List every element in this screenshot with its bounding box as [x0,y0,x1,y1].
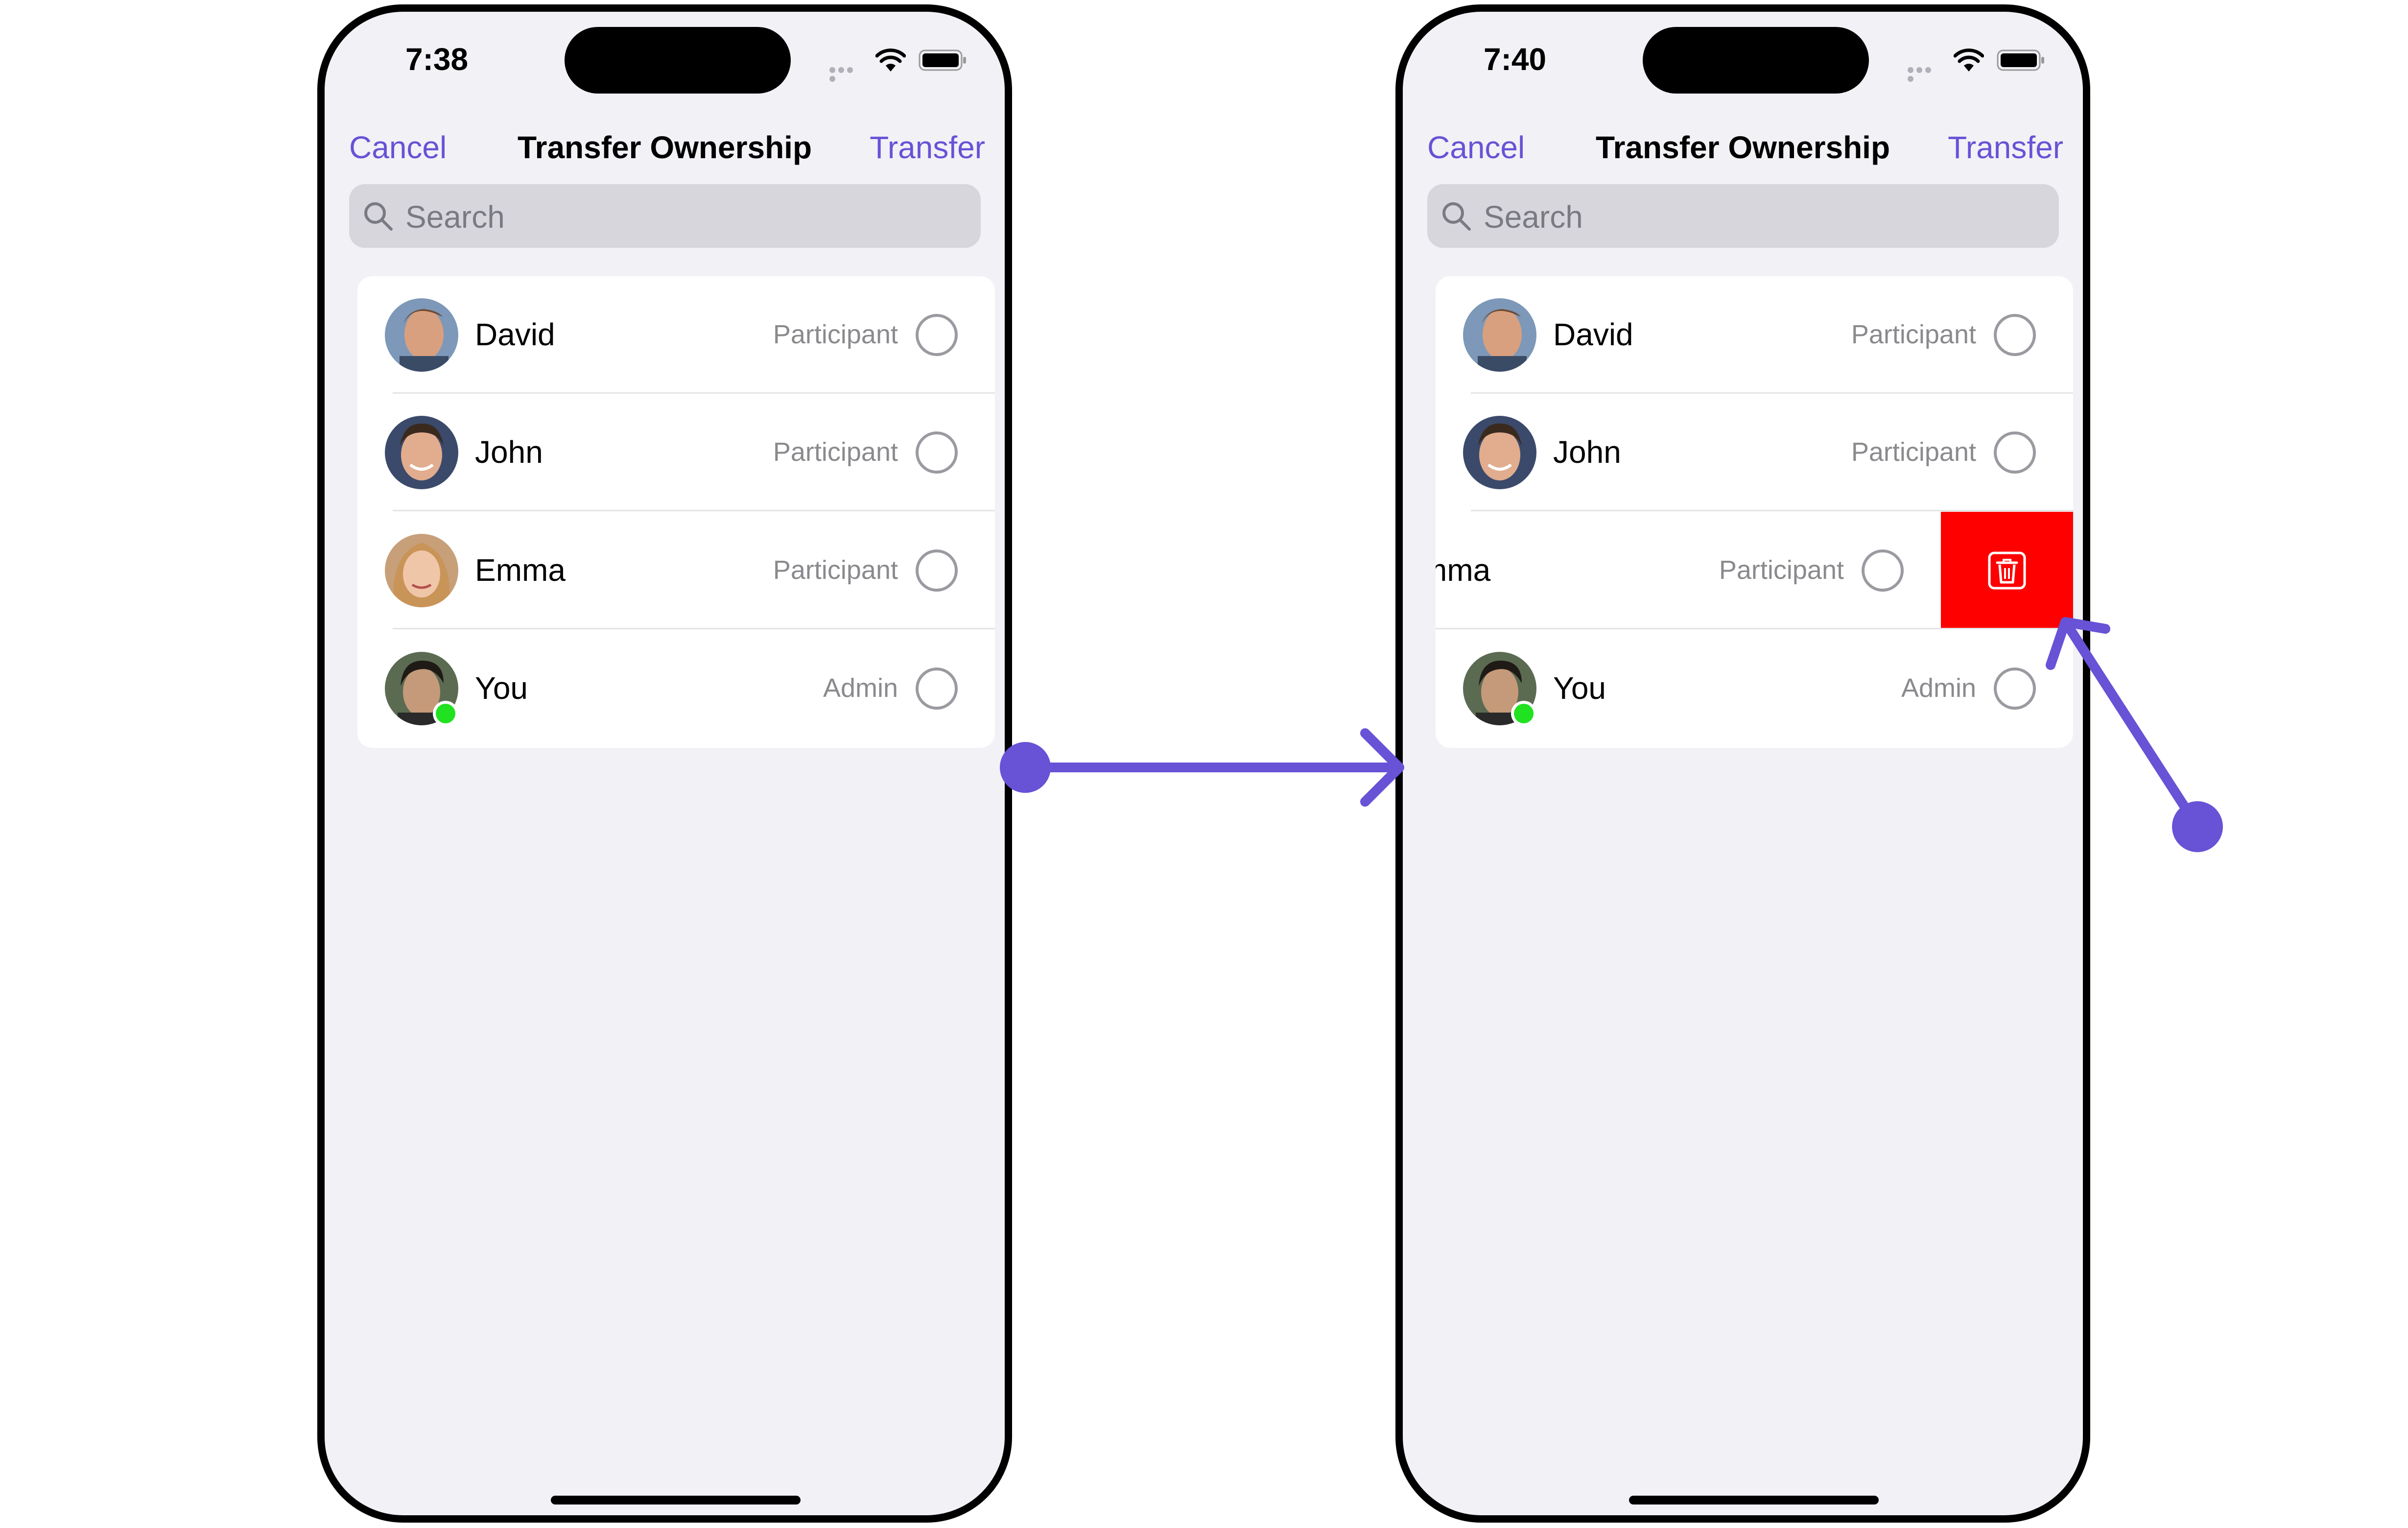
avatar [1463,298,1536,372]
member-name: mma [1436,552,1491,588]
member-name: David [475,317,555,352]
member-role: Participant [1719,555,1844,585]
member-role: Participant [773,555,898,585]
phone-screen-after: 7:40 Cancel Transfer Ownership Transfer … [1395,4,2090,1523]
phone-screen-before: 7:38 Cancel Transfer Ownership Transfer … [317,4,1012,1523]
cellular-signal-icon [1908,67,1942,82]
member-role: Participant [1851,437,1976,467]
avatar [385,534,458,607]
member-name: David [1553,317,1633,352]
status-bar: 7:40 [1403,12,2083,95]
list-item[interactable]: You Admin [357,630,995,747]
list-item[interactable]: You Admin [1436,630,2073,747]
trash-icon [1988,551,2026,590]
list-item[interactable]: David Participant [1436,276,2073,394]
avatar [1463,416,1536,489]
selection-radio[interactable] [1994,668,2036,710]
member-name: You [1553,670,1606,706]
divider [1436,628,2073,629]
selection-radio[interactable] [1862,549,1904,592]
transfer-button[interactable]: Transfer [870,129,985,166]
divider [393,510,995,511]
member-role: Admin [823,673,898,703]
search-input[interactable]: Search [349,184,981,248]
selection-radio[interactable] [916,668,958,710]
list-item[interactable]: John Participant [1436,394,2073,511]
search-placeholder: Search [1484,199,1583,235]
status-time: 7:38 [405,42,469,77]
member-role: Admin [1901,673,1976,703]
dynamic-island [565,27,791,94]
online-status-indicator [433,701,458,726]
avatar [385,416,458,489]
search-icon [1442,202,1471,231]
transfer-button[interactable]: Transfer [1948,129,2063,166]
search-input[interactable]: Search [1427,184,2059,248]
member-list: David Participant John Participant Emma … [357,276,995,748]
status-time: 7:40 [1484,42,1547,77]
divider [393,628,995,629]
status-bar: 7:38 [325,12,1005,95]
search-icon [364,202,393,231]
member-role: Participant [773,437,898,467]
selection-radio[interactable] [916,314,958,356]
home-indicator[interactable] [1629,1496,1879,1504]
member-name: You [475,670,528,706]
selection-radio[interactable] [1994,431,2036,474]
wifi-icon [875,48,906,72]
selection-radio[interactable] [916,549,958,592]
cellular-signal-icon [829,67,864,82]
member-name: John [1553,434,1621,470]
divider [1471,510,2073,511]
dynamic-island [1643,27,1869,94]
battery-icon [1997,49,2044,71]
navigation-bar: Cancel Transfer Ownership Transfer [1403,119,2083,168]
member-role: Participant [773,320,898,349]
flow-arrow-icon [1000,728,1404,807]
member-name: Emma [475,552,566,588]
navigation-bar: Cancel Transfer Ownership Transfer [325,119,1005,168]
list-item[interactable]: David Participant [357,276,995,394]
wifi-icon [1954,48,1984,72]
list-item-swiped[interactable]: mma Participant [1436,512,2073,629]
home-indicator[interactable] [551,1496,801,1504]
member-role: Participant [1851,320,1976,349]
list-item[interactable]: Emma Participant [357,512,995,629]
avatar [385,298,458,372]
selection-radio[interactable] [916,431,958,474]
search-placeholder: Search [405,199,505,235]
delete-button[interactable] [1941,512,2073,629]
list-item[interactable]: John Participant [357,394,995,511]
online-status-indicator [1511,701,1536,726]
selection-radio[interactable] [1994,314,2036,356]
battery-icon [919,49,966,71]
member-list: David Participant John Participant mma P… [1436,276,2073,748]
member-name: John [475,434,543,470]
swiped-row-content[interactable]: mma Participant [1436,512,1941,629]
